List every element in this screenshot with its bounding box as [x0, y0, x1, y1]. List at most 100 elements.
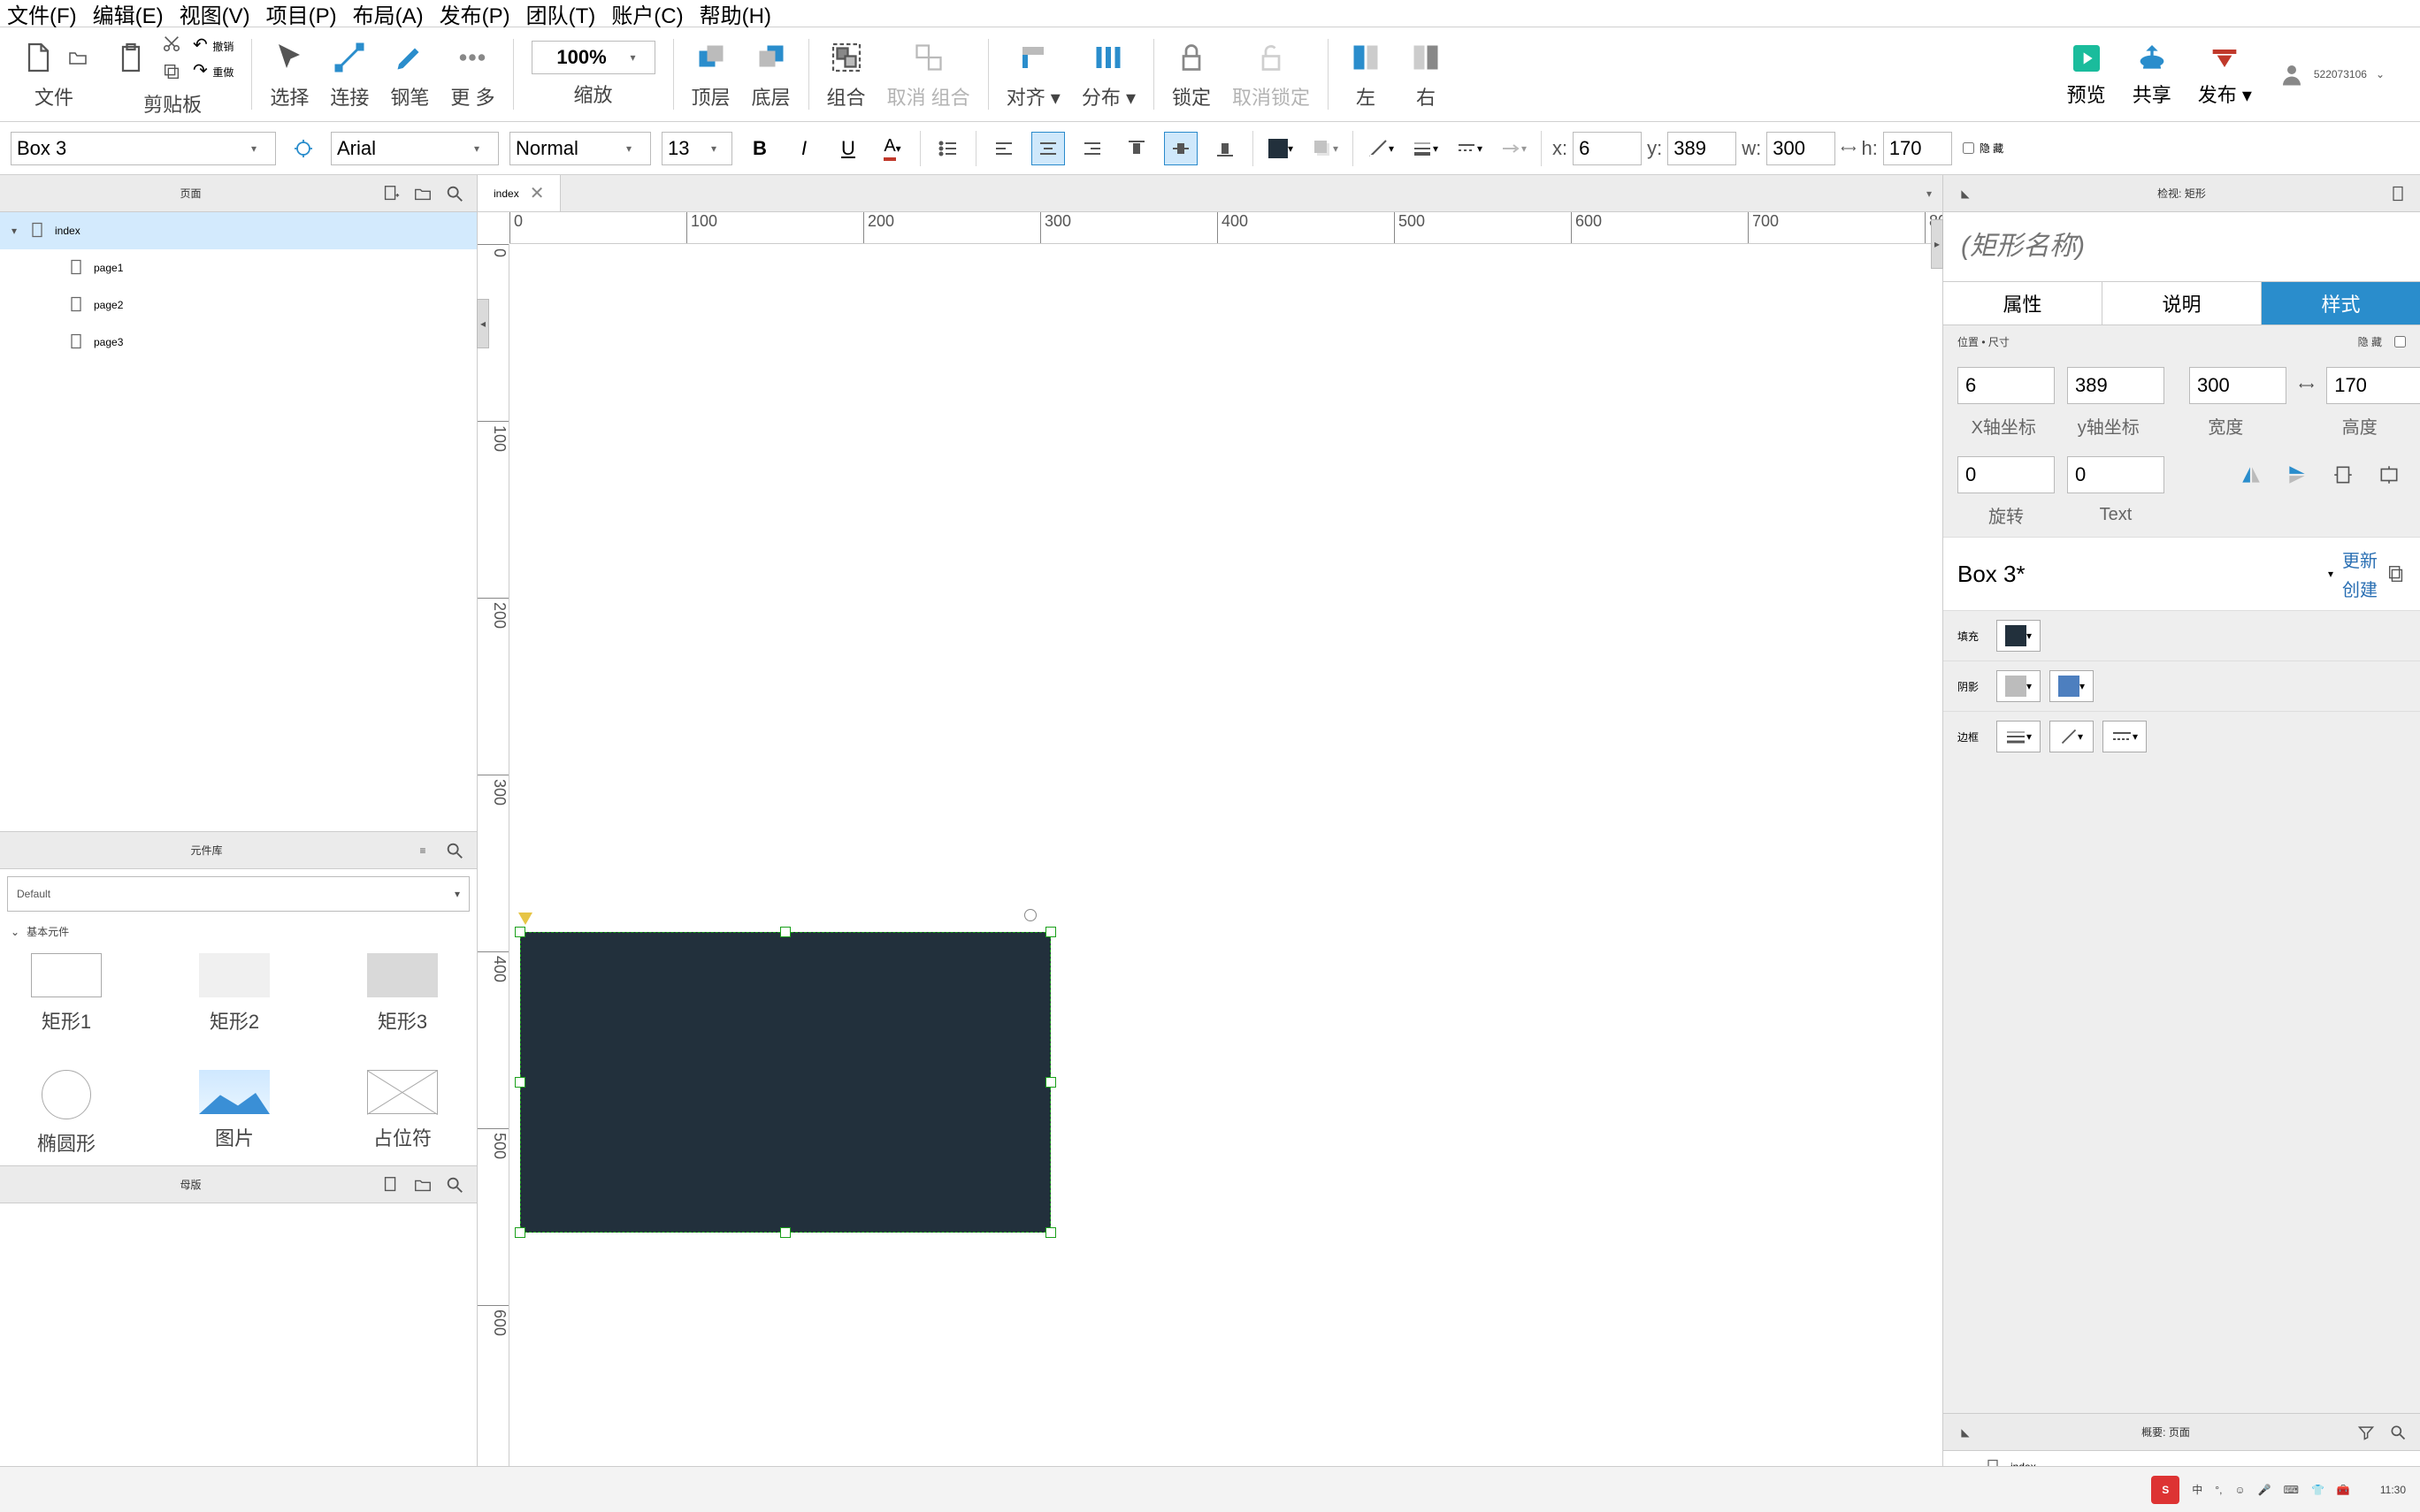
resize-handle[interactable]	[515, 1077, 525, 1088]
page-icon[interactable]	[2386, 182, 2409, 205]
undo-button[interactable]: ↶ 撤销	[193, 34, 234, 56]
underline-button[interactable]: U	[831, 132, 865, 165]
open-file-icon[interactable]	[65, 45, 90, 70]
resize-handle[interactable]	[515, 927, 525, 937]
border-color-swatch[interactable]: ▾	[2049, 721, 2094, 752]
tb-connect-group[interactable]: 连接	[321, 34, 378, 114]
publish-button[interactable]: 发布 ▾	[2198, 41, 2252, 108]
style-name[interactable]: Box 3*	[1957, 561, 2319, 588]
text-color-button[interactable]: A ▾	[876, 132, 909, 165]
paste-icon[interactable]	[111, 38, 150, 77]
tab-overflow-icon[interactable]: ▾	[1916, 187, 1942, 200]
insp-h-input[interactable]	[2326, 367, 2420, 404]
chevron-down-icon[interactable]: ▾	[2328, 568, 2333, 580]
size-combo[interactable]: ▾	[662, 132, 732, 165]
menu-edit[interactable]: 编辑(E)	[93, 0, 164, 29]
add-master-icon[interactable]	[379, 1173, 402, 1196]
tab-style[interactable]: 样式	[2262, 282, 2420, 325]
menu-help[interactable]: 帮助(H)	[700, 0, 771, 29]
shape-name-combo[interactable]: ▾	[11, 132, 276, 165]
valign-top-button[interactable]	[1120, 132, 1153, 165]
border-width-button[interactable]: ▾	[1408, 132, 1442, 165]
ime-icon[interactable]: S	[2151, 1476, 2179, 1504]
page-tree-item[interactable]: ▾index	[0, 212, 477, 249]
resize-handle[interactable]	[515, 1227, 525, 1238]
close-tab-icon[interactable]: ✕	[530, 182, 545, 204]
insp-rot-input[interactable]	[1957, 456, 2055, 493]
ime-keyboard-icon[interactable]: ⌨	[2284, 1484, 2299, 1496]
link-wh-icon[interactable]: ⟷	[1841, 142, 1856, 155]
border-width-swatch[interactable]: ▾	[1996, 721, 2041, 752]
arrow-style-button[interactable]: ▾	[1497, 132, 1530, 165]
search-icon[interactable]	[2386, 1421, 2409, 1444]
italic-button[interactable]: I	[787, 132, 821, 165]
search-icon[interactable]	[443, 1173, 466, 1196]
collapse-left-icon[interactable]: ◂	[477, 299, 489, 348]
tb-back-group[interactable]: 底层	[743, 34, 800, 114]
fill-color-button[interactable]: ▾	[1264, 132, 1298, 165]
page-tree-item[interactable]: page2	[0, 286, 477, 324]
zoom-combo[interactable]: ▾	[532, 41, 655, 74]
y-input[interactable]	[1667, 132, 1736, 165]
selected-rectangle[interactable]	[520, 932, 1051, 1233]
widget-item[interactable]: 矩形2	[186, 953, 283, 1035]
tb-align-btn[interactable]: 对齐 ▾	[998, 34, 1069, 114]
widget-section-header[interactable]: ⌄基本元件	[0, 919, 477, 944]
widget-item[interactable]: 椭圆形	[18, 1070, 115, 1157]
font-combo[interactable]: ▾	[331, 132, 499, 165]
ime-skin-icon[interactable]: 👕	[2311, 1484, 2324, 1496]
add-folder-icon[interactable]	[411, 182, 434, 205]
update-style-link[interactable]: 更新	[2342, 546, 2378, 572]
widget-item[interactable]: 矩形3	[354, 953, 451, 1035]
menu-arrange[interactable]: 布局(A)	[353, 0, 424, 29]
border-style-swatch[interactable]: ▾	[2102, 721, 2147, 752]
user-menu[interactable]: 522073106 ⌄	[2278, 61, 2385, 88]
valign-bottom-button[interactable]	[1208, 132, 1242, 165]
page-tree-item[interactable]: page1	[0, 249, 477, 286]
link-wh-icon[interactable]: ⟷	[2299, 379, 2314, 392]
resize-handle[interactable]	[780, 927, 791, 937]
pin-icon[interactable]: ◣	[1954, 1421, 1977, 1444]
tb-left-btn[interactable]: 左	[1337, 34, 1394, 114]
border-color-button[interactable]: ▾	[1364, 132, 1398, 165]
h-input[interactable]	[1883, 132, 1952, 165]
filter-icon[interactable]	[2355, 1421, 2378, 1444]
ime-toolbox-icon[interactable]: 🧰	[2337, 1484, 2350, 1496]
menu-account[interactable]: 账户(C)	[611, 0, 683, 29]
weight-combo[interactable]: ▾	[509, 132, 651, 165]
menu-file[interactable]: 文件(F)	[7, 0, 77, 29]
tb-unlock-btn[interactable]: 取消锁定	[1223, 34, 1319, 114]
fill-swatch[interactable]: ▾	[1996, 620, 2041, 652]
menu-publish[interactable]: 发布(P)	[440, 0, 510, 29]
copy-icon[interactable]	[159, 59, 184, 84]
create-style-link[interactable]: 创建	[2342, 576, 2378, 601]
flip-h-icon[interactable]	[2234, 458, 2268, 492]
tb-more-group[interactable]: 更 多	[441, 34, 503, 114]
ime-lang-icon[interactable]: 中	[2192, 1482, 2202, 1497]
new-file-icon[interactable]	[18, 38, 57, 77]
ime-emoji-icon[interactable]: ☺	[2234, 1484, 2245, 1496]
search-icon[interactable]	[443, 182, 466, 205]
page-tree-item[interactable]: page3	[0, 324, 477, 361]
insp-w-input[interactable]	[2189, 367, 2286, 404]
insp-x-input[interactable]	[1957, 367, 2055, 404]
autosize-w-icon[interactable]	[2326, 458, 2360, 492]
tb-ungroup-btn[interactable]: 取消 组合	[878, 34, 979, 114]
add-folder-icon[interactable]	[411, 1173, 434, 1196]
zoom-input[interactable]	[538, 42, 626, 73]
bold-button[interactable]: B	[743, 132, 777, 165]
widget-item[interactable]: 占位符	[354, 1070, 451, 1157]
bullet-list-button[interactable]	[931, 132, 965, 165]
tb-lock-btn[interactable]: 锁定	[1163, 34, 1220, 114]
widget-item[interactable]: 图片	[186, 1070, 283, 1157]
rotate-handle[interactable]	[1024, 909, 1037, 921]
insp-y-input[interactable]	[2067, 367, 2164, 404]
tb-right-btn[interactable]: 右	[1398, 34, 1454, 114]
flip-v-icon[interactable]	[2280, 458, 2314, 492]
target-icon[interactable]	[287, 132, 320, 165]
tb-distribute-btn[interactable]: 分布 ▾	[1073, 34, 1145, 114]
tb-group-btn[interactable]: 组合	[818, 34, 875, 114]
tab-index[interactable]: index✕	[478, 175, 561, 211]
tb-front-group[interactable]: 顶层	[683, 34, 739, 114]
redo-button[interactable]: ↷ 重做	[193, 59, 234, 81]
